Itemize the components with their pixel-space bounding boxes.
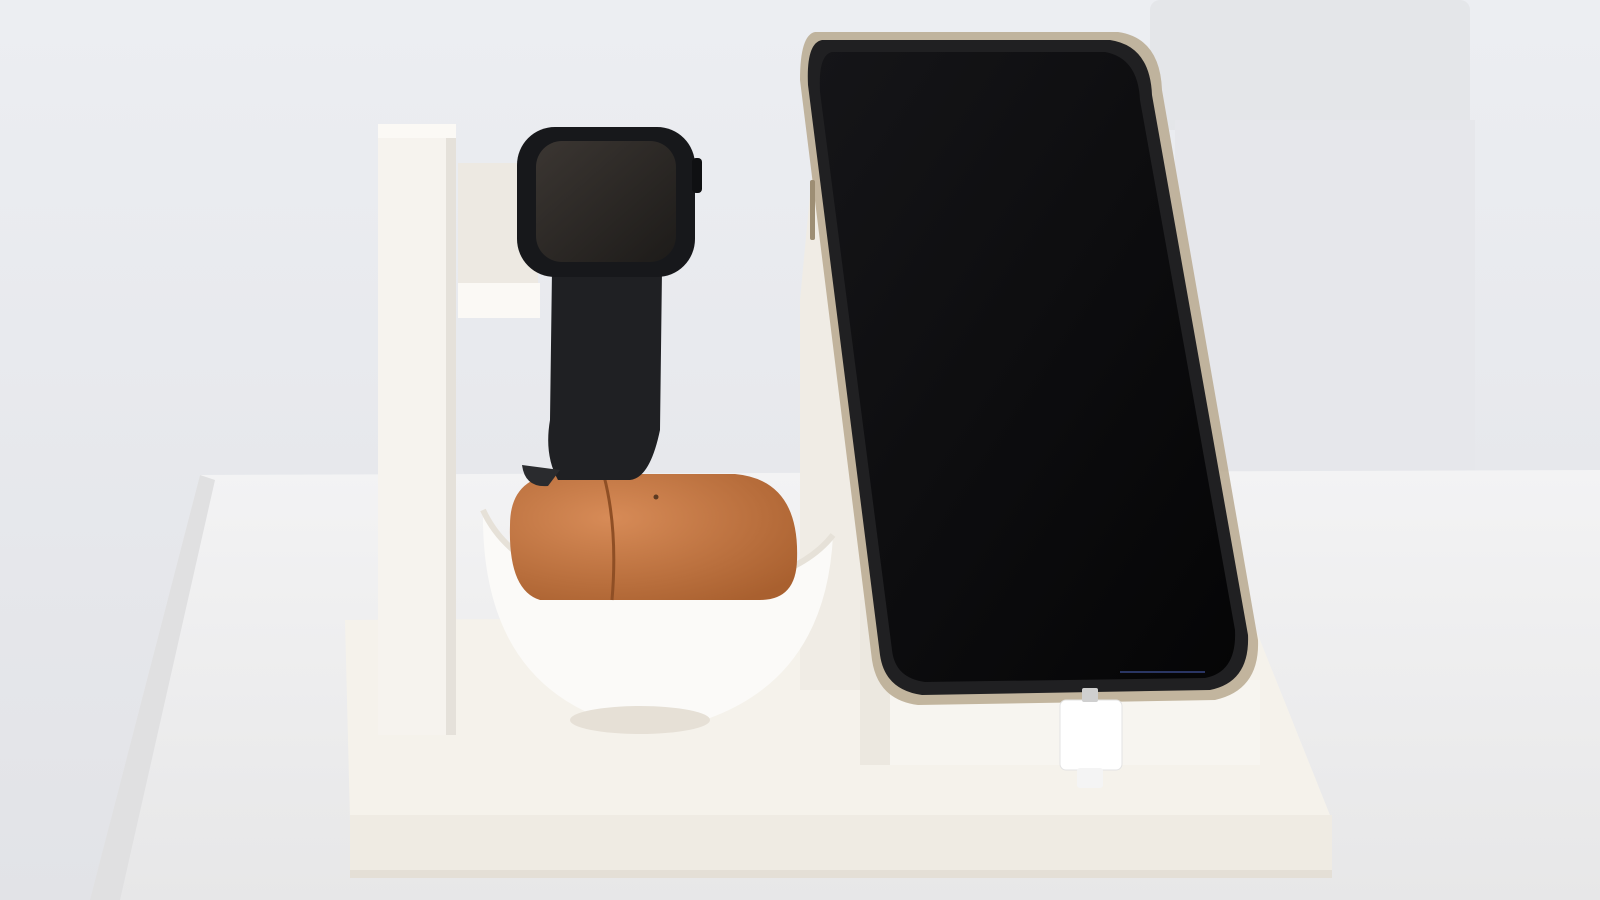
stand-base-front	[350, 815, 1332, 878]
watch-band	[548, 270, 662, 480]
case-led	[653, 494, 659, 500]
case-body	[509, 474, 798, 600]
cable-connector	[1059, 699, 1123, 771]
watch-crown	[692, 158, 702, 193]
stand-post-side	[446, 138, 456, 735]
wall-fixture	[1150, 0, 1470, 130]
photo-scene	[0, 0, 1600, 900]
earbuds-case	[509, 474, 798, 601]
side-button	[810, 180, 815, 240]
watch-screen	[536, 141, 676, 262]
stand-base-front-shadow	[350, 870, 1332, 878]
watch-arm-front	[458, 283, 540, 318]
stand-post-top	[378, 124, 456, 138]
stand-post-front	[378, 135, 448, 735]
photo-illustration	[0, 0, 1600, 900]
cable-tip	[1082, 688, 1098, 702]
bowl-foot	[570, 706, 710, 734]
cable-tail	[1077, 768, 1103, 788]
